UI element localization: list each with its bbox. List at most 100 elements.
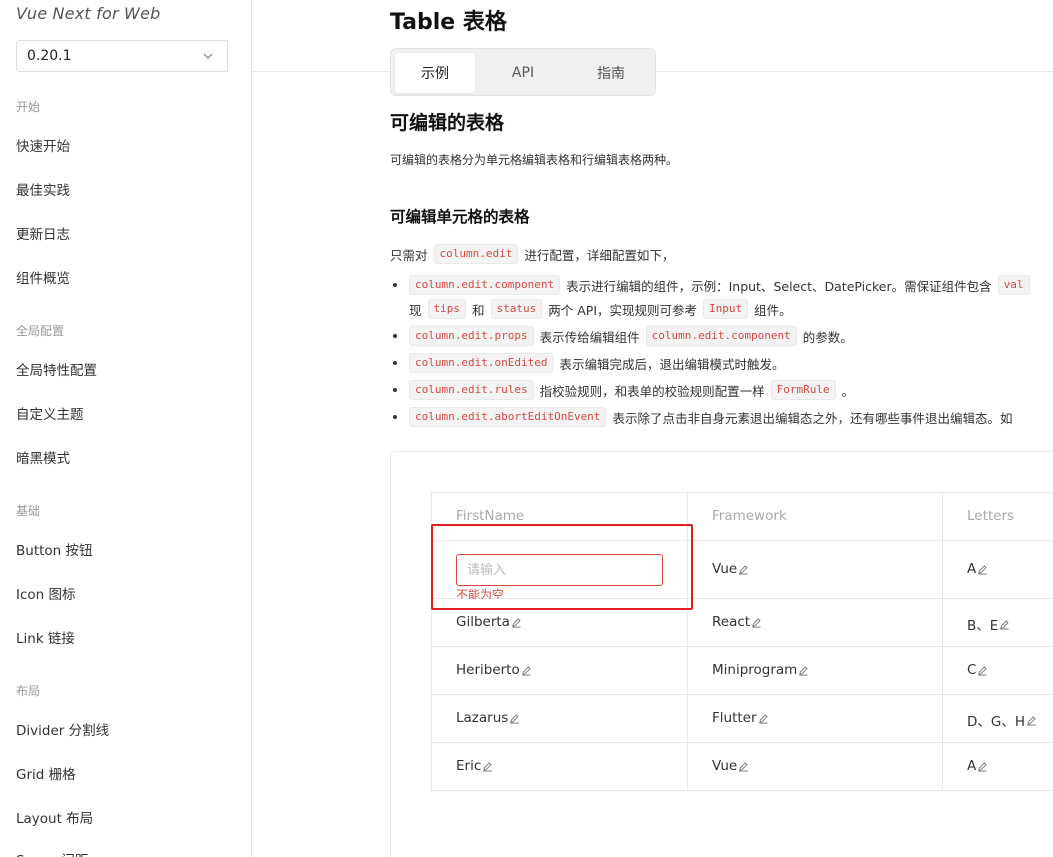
edit-pencil-icon[interactable] [751,617,762,628]
row-divider [431,646,1053,647]
bullet-text: 表示除了点击非自身元素退出编辑态之外，还有哪些事件退出编辑态。如 [612,410,1013,426]
inline-code: column.edit.props [409,326,534,346]
cell-text: A [967,758,977,774]
section-title: 可编辑的表格 [390,112,505,134]
section-desc: 可编辑的表格分为单元格编辑表格和行编辑表格两种。 [390,153,679,167]
tab-demo[interactable]: 示例 [395,53,475,93]
intro-after: 进行配置，详细配置如下， [524,247,675,263]
version-select[interactable]: 0.20.1 [16,40,228,72]
inline-code: column.edit [433,244,519,264]
cell-text: Lazarus [456,710,509,726]
nav-item-changelog[interactable]: 更新日志 [16,223,70,243]
bullet-text: 表示编辑完成后，退出编辑模式时触发。 [559,356,785,372]
bullet-text: 组件。 [754,302,792,318]
validation-error: 不能为空 [456,588,505,599]
bullet-line: column.edit.props 表示传给编辑组件 column.edit.c… [403,326,853,346]
version-value: 0.20.1 [27,48,72,64]
editable-table [431,492,1053,791]
sidebar: Vue Next for Web 0.20.1 开始 快速开始 最佳实践 更新日… [0,0,252,857]
nav-item-button[interactable]: Button 按钮 [16,539,93,559]
tab-guide[interactable]: 指南 [571,53,651,93]
bullet-line: column.edit.component 表示进行编辑的组件，示例：Input… [403,275,1036,295]
nav-item-custom-theme[interactable]: 自定义主题 [16,403,84,423]
table-cell[interactable]: B、E [967,614,1010,634]
edit-pencil-icon[interactable] [977,665,988,676]
bullet-dot [393,388,397,392]
cell-text: Vue [712,561,738,577]
edit-pencil-icon[interactable] [511,617,522,628]
table-cell[interactable]: Vue [712,561,749,577]
bullet-dot [393,334,397,338]
site-logo[interactable]: Vue Next for Web [16,4,160,23]
tab-api[interactable]: API [483,53,563,93]
nav-group-start: 开始 [16,100,41,114]
bullet-text: 现 [409,302,422,318]
firstname-edit-input[interactable] [456,554,663,586]
edit-pencil-icon[interactable] [977,564,988,575]
nav-item-dark-mode[interactable]: 暗黑模式 [16,447,70,467]
bullet-line: column.edit.onEdited 表示编辑完成后，退出编辑模式时触发。 [403,353,784,373]
nav-item-link[interactable]: Link 链接 [16,627,75,647]
inline-code: column.edit.rules [409,380,534,400]
bullet-text: 。 [841,383,855,399]
inline-code: column.edit.onEdited [409,353,554,373]
inline-code: status [490,299,543,319]
cell-text: A [967,561,977,577]
inline-code: FormRule [770,380,836,400]
nav-item-best-practice[interactable]: 最佳实践 [16,179,70,199]
nav-item-icon[interactable]: Icon 图标 [16,583,76,603]
column-header-firstname: FirstName [456,508,525,524]
edit-pencil-icon[interactable] [798,665,809,676]
edit-pencil-icon[interactable] [482,761,493,772]
nav-item-space[interactable]: Space 间距 [16,849,88,857]
cell-text: B、E [967,618,999,634]
intro-line: 只需对 column.edit 进行配置，详细配置如下， [390,244,674,264]
table-cell[interactable]: Miniprogram [712,662,809,678]
cell-text: Heriberto [456,662,520,678]
bullet-line: column.edit.abortEditOnEvent 表示除了点击非自身元素… [403,407,1012,427]
inline-code: Input [703,299,749,319]
table-cell[interactable]: A [967,561,988,577]
table-cell[interactable]: Lazarus [456,710,520,726]
nav-item-divider[interactable]: Divider 分割线 [16,719,109,739]
table-cell[interactable]: Flutter [712,710,769,726]
col-divider [942,492,943,791]
table-cell[interactable]: React [712,614,762,630]
nav-item-layout[interactable]: Layout 布局 [16,807,93,827]
bullet-dot [393,361,397,365]
edit-pencil-icon[interactable] [738,564,749,575]
bullet-text: 指校验规则，和表单的校验规则配置一样 [539,383,765,399]
cell-text: C [967,662,977,678]
inline-code: column.edit.component [409,275,561,295]
table-cell[interactable]: C [967,662,988,678]
sub-title: 可编辑单元格的表格 [390,208,530,226]
edit-pencil-icon[interactable] [1026,715,1037,726]
column-header-framework: Framework [712,508,787,524]
table-cell[interactable]: Eric [456,758,493,774]
nav-item-overview[interactable]: 组件概览 [16,267,70,287]
inline-code: val [997,275,1030,295]
nav-item-quick-start[interactable]: 快速开始 [16,135,70,155]
table-cell[interactable]: A [967,758,988,774]
table-cell[interactable]: Gilberta [456,614,522,630]
nav-group-basic: 基础 [16,504,41,518]
table-cell[interactable]: Heriberto [456,662,532,678]
nav-item-global-feature[interactable]: 全局特性配置 [16,359,97,379]
inline-code: tips [427,299,467,319]
table-cell[interactable]: D、G、H [967,710,1037,730]
bullet-line: column.edit.rules 指校验规则，和表单的校验规则配置一样 For… [403,380,854,400]
nav-item-grid[interactable]: Grid 栅格 [16,763,76,783]
edit-pencil-icon[interactable] [509,713,520,724]
edit-pencil-icon[interactable] [521,665,532,676]
table-cell[interactable]: Vue [712,758,749,774]
edit-pencil-icon[interactable] [758,713,769,724]
nav-group-global-config: 全局配置 [16,324,65,338]
bullet-text: 和 [472,302,485,318]
bullet-text: 表示传给编辑组件 [539,329,640,345]
col-divider [687,492,688,791]
edit-pencil-icon[interactable] [999,619,1010,630]
bullet-text: 两个 API，实现规则可参考 [548,302,698,318]
row-divider [431,742,1053,743]
edit-pencil-icon[interactable] [738,761,749,772]
edit-pencil-icon[interactable] [977,761,988,772]
